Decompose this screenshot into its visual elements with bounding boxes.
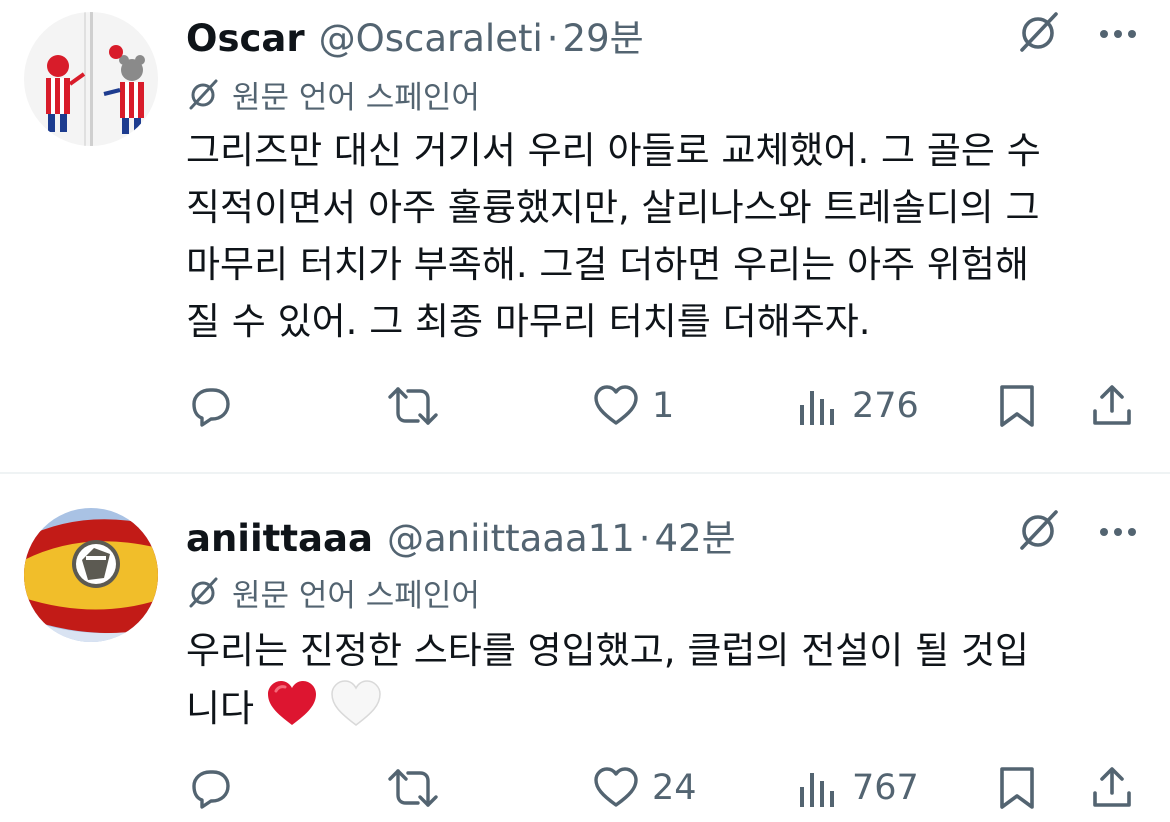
tweet-text-line: 질 수 있어. 그 최종 마무리 터치를 더해주자. (186, 300, 871, 343)
bookmark-button[interactable] (996, 376, 1038, 436)
tweet-text-line: 그리즈만 대신 거기서 우리 아들로 교체했어. 그 골은 수 (186, 129, 1041, 172)
grok-icon[interactable] (1014, 8, 1062, 56)
like-button[interactable]: 1 (592, 376, 674, 436)
action-bar: 24 767 (0, 758, 1170, 818)
share-button[interactable] (1090, 376, 1134, 436)
tweet-header: Oscar @Oscaraleti · 29분 (186, 8, 644, 60)
bookmark-icon (1000, 767, 1034, 809)
user-handle[interactable]: @Oscaraleti (319, 17, 543, 60)
separator-dot: · (638, 517, 651, 560)
reply-button[interactable] (188, 758, 234, 818)
views-button[interactable]: 767 (796, 758, 919, 818)
like-icon (594, 385, 638, 425)
view-count: 767 (852, 768, 919, 808)
tweet-header: aniittaaa @aniittaaa11 · 42분 (186, 508, 736, 560)
bookmark-button[interactable] (996, 758, 1038, 818)
translate-icon (189, 79, 218, 110)
views-icon (800, 391, 834, 425)
retweet-button[interactable] (386, 376, 440, 436)
like-icon (594, 767, 638, 807)
tweet-text-line: 니다 (186, 679, 1146, 737)
tweet-text-fragment: 니다 (186, 687, 255, 730)
tweet-text: 우리는 진정한 스타를 영입했고, 클럽의 전설이 될 것입 니다 (186, 622, 1146, 737)
reply-icon (192, 388, 230, 427)
reply-icon (192, 770, 230, 809)
user-handle[interactable]: @aniittaaa11 (387, 517, 635, 560)
grok-icon[interactable] (1014, 506, 1062, 554)
display-name[interactable]: aniittaaa (186, 517, 373, 560)
like-button[interactable]: 24 (592, 758, 697, 818)
more-icon[interactable] (1094, 10, 1142, 58)
share-button[interactable] (1090, 758, 1134, 818)
tweet-text-line: 우리는 진정한 스타를 영입했고, 클럽의 전설이 될 것입 (186, 629, 1029, 672)
retweet-icon (388, 387, 438, 425)
avatar[interactable] (24, 508, 158, 642)
red-heart-emoji (267, 681, 316, 725)
bookmark-icon (1000, 385, 1034, 427)
share-icon (1093, 767, 1131, 807)
views-icon (800, 773, 834, 807)
translation-text: 원문 언어 스페인어 (232, 79, 480, 116)
timestamp[interactable]: 29분 (563, 8, 644, 62)
tweet-text-line: 마무리 터치가 부족해. 그걸 더하면 우리는 아주 위험해 (186, 243, 1029, 286)
tweet-text: 그리즈만 대신 거기서 우리 아들로 교체했어. 그 골은 수 직적이면서 아주… (186, 122, 1146, 350)
view-count: 276 (852, 386, 919, 426)
tweet-text-line: 직적이면서 아주 훌륭했지만, 살리나스와 트레솔디의 그 (186, 186, 1040, 229)
like-count: 1 (652, 386, 675, 426)
like-count: 24 (652, 768, 697, 808)
display-name[interactable]: Oscar (186, 17, 305, 60)
retweet-button[interactable] (386, 758, 440, 818)
tweet[interactable]: aniittaaa @aniittaaa11 · 42분 원문 언어 스페인어 … (0, 474, 1170, 822)
translation-label[interactable]: 원문 언어 스페인어 (186, 72, 480, 116)
tweet[interactable]: Oscar @Oscaraleti · 29분 원문 언어 스페인어 그리즈만 … (0, 0, 1170, 473)
white-heart-emoji (330, 680, 381, 726)
action-bar: 1 276 (0, 376, 1170, 436)
share-icon (1093, 385, 1131, 425)
translation-text: 원문 언어 스페인어 (232, 577, 480, 614)
separator-dot: · (546, 17, 559, 60)
more-icon[interactable] (1094, 508, 1142, 556)
timestamp[interactable]: 42분 (655, 508, 736, 562)
views-button[interactable]: 276 (796, 376, 919, 436)
translation-label[interactable]: 원문 언어 스페인어 (186, 570, 480, 614)
translate-icon (189, 577, 218, 608)
reply-button[interactable] (188, 376, 234, 436)
avatar[interactable] (24, 12, 158, 146)
retweet-icon (388, 769, 438, 807)
